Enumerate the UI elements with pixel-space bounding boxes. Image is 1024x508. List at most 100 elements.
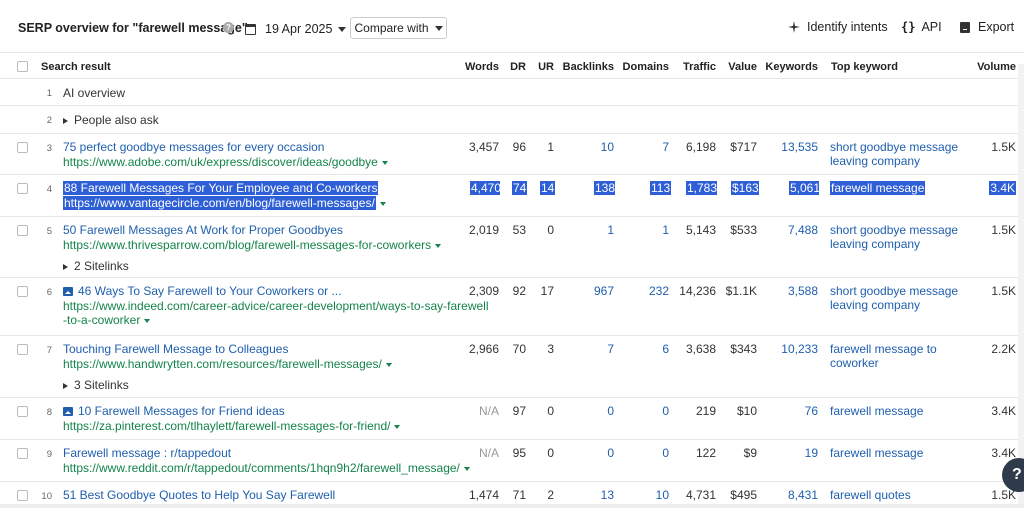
top-keyword-link[interactable]: short goodbye message leaving company — [830, 140, 960, 168]
result-url-link[interactable]: https://www.vantagecircle.com/en/blog/fa… — [63, 196, 386, 210]
backlinks-link[interactable]: 7 — [562, 342, 614, 356]
api-label: API — [921, 20, 942, 34]
export-label: Export — [978, 20, 1015, 34]
col-backlinks[interactable]: Backlinks — [562, 61, 614, 73]
result-url-link-cont[interactable]: -to-a-coworker — [63, 313, 151, 327]
top-keyword-link[interactable]: short goodbye message leaving company — [830, 284, 960, 312]
chevron-down-icon[interactable] — [435, 243, 442, 248]
col-ur[interactable]: UR — [533, 61, 554, 73]
col-value[interactable]: Value — [722, 61, 757, 73]
export-button[interactable]: Export — [960, 20, 1014, 34]
top-keyword-link[interactable]: farewell message — [830, 404, 960, 418]
domains-link[interactable]: 10 — [621, 488, 669, 502]
scrollbar[interactable] — [1018, 64, 1024, 504]
keywords-link[interactable]: 19 — [764, 446, 818, 460]
domains-link[interactable]: 7 — [621, 140, 669, 154]
row-number: 10 — [41, 491, 52, 502]
row-checkbox[interactable] — [17, 406, 28, 417]
top-keyword-link[interactable]: short goodbye message leaving company — [830, 223, 960, 251]
backlinks-link[interactable]: 967 — [562, 284, 614, 298]
domains-link[interactable]: 6 — [621, 342, 669, 356]
domains-link[interactable]: 232 — [621, 284, 669, 298]
backlinks-link[interactable]: 138 — [594, 181, 615, 195]
result-title-link[interactable]: 50 Farewell Messages At Work for Proper … — [63, 223, 343, 237]
chevron-down-icon[interactable] — [381, 160, 388, 165]
table-row: 9 Farewell message : r/tappedout https:/… — [0, 440, 1024, 482]
compare-with-button[interactable]: Compare with — [350, 17, 447, 39]
row-checkbox[interactable] — [17, 344, 28, 355]
col-search-result[interactable]: Search result — [41, 61, 111, 73]
col-domains[interactable]: Domains — [621, 61, 669, 73]
domains-link[interactable]: 0 — [621, 446, 669, 460]
result-url-link[interactable]: https://www.handwrytten.com/resources/fa… — [63, 357, 392, 371]
dr-value: 74 — [512, 181, 527, 195]
keywords-link[interactable]: 10,233 — [764, 342, 818, 356]
row-checkbox[interactable] — [17, 142, 28, 153]
result-url-link[interactable]: https://www.indeed.com/career-advice/car… — [63, 299, 489, 313]
volume-value: 3.4K — [991, 446, 1016, 460]
col-words[interactable]: Words — [458, 61, 499, 73]
top-keyword-link[interactable]: farewell message — [830, 181, 926, 195]
words-value: 2,966 — [468, 342, 499, 356]
api-button[interactable]: {} API — [901, 20, 942, 34]
result-url-link[interactable]: https://www.adobe.com/uk/express/discove… — [63, 155, 388, 169]
top-keyword-link[interactable]: farewell quotes — [830, 488, 960, 502]
chevron-down-icon[interactable] — [379, 201, 386, 206]
result-title-link[interactable]: Farewell message : r/tappedout — [63, 446, 231, 460]
result-url-link[interactable]: https://www.thrivesparrow.com/blog/farew… — [63, 238, 442, 252]
keywords-link[interactable]: 3,588 — [764, 284, 818, 298]
keywords-link[interactable]: 7,488 — [764, 223, 818, 237]
row-checkbox[interactable] — [17, 448, 28, 459]
domains-link[interactable]: 113 — [650, 181, 671, 195]
chevron-down-icon[interactable] — [463, 466, 470, 471]
result-title-link[interactable]: 51 Best Goodbye Quotes to Help You Say F… — [63, 488, 335, 502]
col-volume[interactable]: Volume — [970, 61, 1016, 73]
value-value: $163 — [731, 181, 759, 195]
result-title-link[interactable]: 10 Farewell Messages for Friend ideas — [63, 404, 285, 418]
result-url-link[interactable]: https://www.reddit.com/r/tappedout/comme… — [63, 461, 470, 475]
table-row-people-also-ask[interactable]: 2 People also ask — [0, 106, 1024, 134]
chevron-down-icon[interactable] — [394, 424, 401, 429]
row-checkbox[interactable] — [17, 225, 28, 236]
top-keyword-text: farewell message — [830, 181, 926, 195]
row-checkbox[interactable] — [17, 286, 28, 297]
backlinks-link[interactable]: 10 — [562, 140, 614, 154]
col-keywords[interactable]: Keywords — [764, 61, 818, 73]
result-title-link[interactable]: 46 Ways To Say Farewell to Your Coworker… — [63, 284, 341, 298]
col-traffic[interactable]: Traffic — [676, 61, 716, 73]
backlinks-link[interactable]: 13 — [562, 488, 614, 502]
backlinks-link[interactable]: 0 — [562, 446, 614, 460]
people-also-ask-toggle[interactable]: People also ask — [63, 113, 159, 127]
chevron-down-icon[interactable] — [144, 318, 151, 323]
result-url-link[interactable]: https://za.pinterest.com/tlhaylett/farew… — [63, 419, 401, 433]
sitelinks-toggle[interactable]: 2 Sitelinks — [63, 259, 129, 273]
top-keyword-link[interactable]: farewell message to coworker — [830, 342, 960, 370]
result-title-link[interactable]: Touching Farewell Message to Colleagues — [63, 342, 288, 356]
keywords-link[interactable]: 76 — [764, 404, 818, 418]
chevron-down-icon[interactable] — [385, 362, 392, 367]
result-title-link[interactable]: 88 Farewell Messages For Your Employee a… — [63, 181, 379, 195]
row-number: 6 — [46, 287, 52, 298]
bottom-scrollbar[interactable] — [0, 504, 1024, 508]
domains-link[interactable]: 1 — [621, 223, 669, 237]
keywords-link[interactable]: 13,535 — [764, 140, 818, 154]
row-checkbox[interactable] — [17, 183, 28, 194]
keywords-link[interactable]: 5,061 — [789, 181, 820, 195]
domains-link[interactable]: 0 — [621, 404, 669, 418]
row-checkbox[interactable] — [17, 490, 28, 501]
col-dr[interactable]: DR — [505, 61, 526, 73]
result-title-link[interactable]: 75 perfect goodbye messages for every oc… — [63, 140, 324, 154]
identify-intents-button[interactable]: Identify intents — [788, 20, 888, 34]
keywords-link[interactable]: 8,431 — [764, 488, 818, 502]
select-all-checkbox[interactable] — [17, 61, 28, 72]
help-icon[interactable]: ? — [223, 22, 234, 33]
sitelinks-toggle[interactable]: 3 Sitelinks — [63, 378, 129, 392]
table-row: 5 50 Farewell Messages At Work for Prope… — [0, 217, 1024, 278]
backlinks-link[interactable]: 1 — [562, 223, 614, 237]
backlinks-link[interactable]: 0 — [562, 404, 614, 418]
col-top-keyword[interactable]: Top keyword — [831, 61, 898, 73]
chevron-down-icon — [338, 26, 347, 32]
traffic-value: 5,143 — [685, 223, 716, 237]
top-keyword-link[interactable]: farewell message — [830, 446, 960, 460]
date-selector[interactable]: 19 Apr 2025 — [245, 19, 347, 39]
